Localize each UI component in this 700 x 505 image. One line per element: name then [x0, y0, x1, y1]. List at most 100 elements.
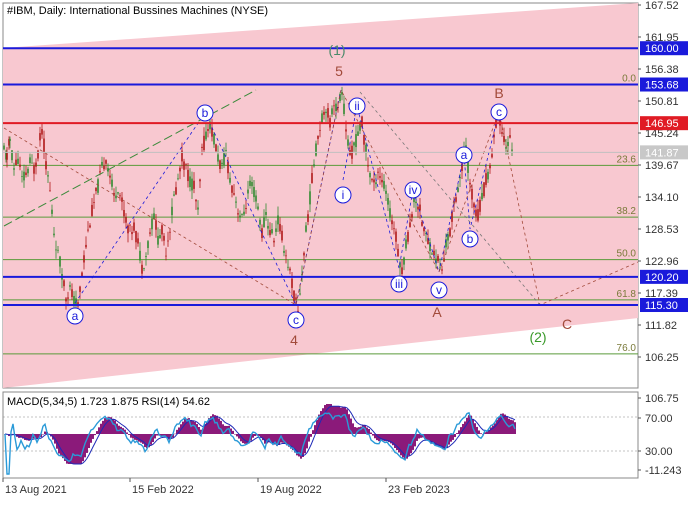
candle-body [491, 154, 493, 158]
candle-body [17, 158, 19, 164]
candle-body [431, 253, 433, 255]
candle-body [21, 176, 23, 177]
candle-body [273, 240, 275, 243]
wave-label: A [432, 304, 442, 320]
candle-body [87, 229, 89, 231]
macd-bar [338, 406, 340, 434]
candle-body [185, 164, 187, 165]
candle-body [401, 267, 403, 275]
indicator-tick-label: -11.243 [645, 465, 682, 477]
candle-body [343, 103, 345, 115]
candle-body [109, 175, 111, 178]
candle-body [59, 256, 61, 267]
macd-bar [352, 423, 354, 434]
candle-body [193, 180, 195, 189]
candle-body [269, 230, 271, 236]
candle-body [45, 161, 47, 170]
candle-body [353, 142, 355, 146]
candle-body [307, 214, 309, 222]
candle-body [471, 188, 473, 200]
candle-body [259, 219, 261, 225]
candle-body [137, 238, 139, 244]
macd-bar [246, 434, 248, 444]
macd-bar [174, 433, 176, 435]
macd-bar [336, 406, 338, 434]
candle-body [447, 234, 449, 241]
candle-body [287, 266, 289, 268]
candle-body [179, 167, 181, 172]
macd-bar [72, 434, 74, 464]
macd-bar [510, 419, 512, 434]
candle-body [157, 235, 159, 245]
candle-body [119, 195, 121, 197]
candle-body [221, 162, 223, 165]
chart-svg: 0.023.638.250.061.876.0 abciiiiiiivvabc(… [2, 0, 688, 496]
candle-body [319, 129, 321, 131]
candle-body [257, 206, 259, 210]
macd-bar [454, 434, 456, 438]
candle-body [247, 189, 249, 194]
macd-bar [504, 414, 506, 434]
date-tick-label: 13 Aug 2021 [5, 484, 67, 496]
candle-body [293, 290, 295, 302]
macd-bar [62, 434, 64, 459]
candle-body [303, 252, 305, 256]
macd-bar [370, 432, 372, 434]
macd-bar [324, 405, 326, 434]
candle-body [15, 159, 17, 166]
candle-body [255, 195, 257, 202]
candle-body [111, 179, 113, 187]
macd-bar [232, 430, 234, 434]
candle-body [473, 203, 475, 208]
wave-label: iv [409, 183, 418, 197]
wave-label: a [461, 148, 468, 162]
candle-body [363, 134, 365, 145]
candle-body [295, 297, 297, 300]
candle-body [197, 207, 199, 210]
candle-body [41, 129, 43, 135]
candle-body [455, 197, 457, 202]
candle-body [237, 213, 239, 215]
candle-body [117, 192, 119, 194]
candle-body [189, 176, 191, 188]
price-tick-label: 128.53 [645, 224, 679, 236]
candle-body [377, 171, 379, 173]
candle-body [89, 225, 91, 228]
candle-body [387, 197, 389, 205]
wave-label: a [72, 309, 79, 323]
candle-body [277, 215, 279, 225]
candle-body [299, 293, 301, 295]
macd-bar [368, 429, 370, 434]
candle-body [487, 171, 489, 180]
candle-body [485, 173, 487, 185]
macd-bar [308, 434, 310, 442]
candle-body [219, 160, 221, 169]
wave-label: i [342, 188, 345, 202]
candle-body [215, 144, 217, 152]
candle-body [227, 161, 229, 174]
price-tags: 160.00 153.68 146.95 120.20 115.30 141.87 [640, 41, 688, 313]
macd-bar [490, 427, 492, 434]
macd-bar [480, 433, 482, 434]
candle-body [331, 108, 333, 115]
wave-label: 4 [290, 332, 298, 348]
candle-body [437, 255, 439, 262]
candle-body [13, 168, 15, 170]
candle-body [139, 250, 141, 261]
macd-bar [234, 434, 236, 435]
wave-label: C [562, 316, 572, 332]
candle-body [31, 162, 33, 164]
candle-body [29, 157, 31, 163]
candle-body [195, 199, 197, 202]
macd-bar [478, 430, 480, 434]
macd-bar [192, 420, 194, 434]
candle-body [261, 228, 263, 239]
macd-bar [312, 430, 314, 434]
candle-body [251, 181, 253, 187]
price-tick-label: 111.82 [645, 320, 677, 332]
fib-label: 38.2 [617, 206, 637, 217]
candle-body [421, 221, 423, 226]
level-tag-label: 120.20 [645, 272, 679, 284]
date-tick-label: 15 Feb 2022 [132, 484, 194, 496]
candle-body [281, 230, 283, 241]
